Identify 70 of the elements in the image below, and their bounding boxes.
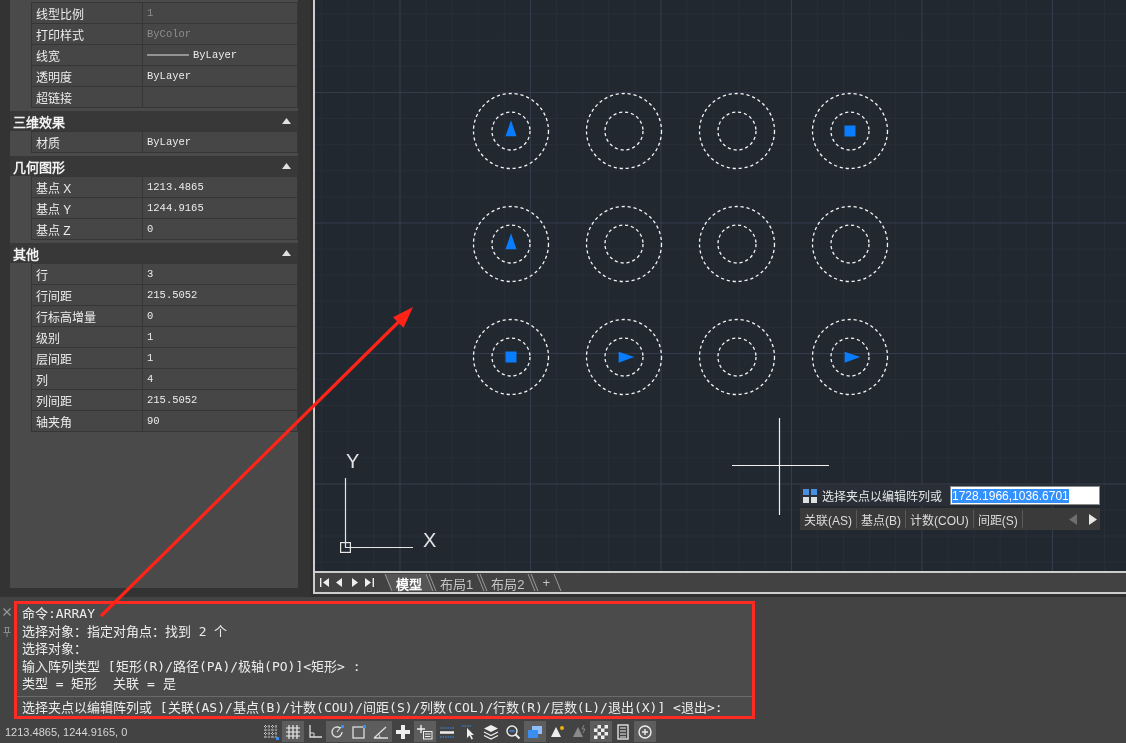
property-value[interactable]: ByLayer — [193, 49, 238, 61]
square-grip-icon[interactable] — [505, 351, 517, 363]
property-value: ByColor — [143, 24, 298, 45]
triangle-grip-icon[interactable] — [505, 233, 517, 250]
collapse-icon[interactable] — [282, 250, 291, 256]
triangle-grip-icon[interactable] — [844, 351, 861, 363]
drawing-canvas[interactable]: Y X 选择夹点以编辑阵列或 1728.1966,1036.6701 关联(AS) 基点(B) 计数(COU) 间距(S) — [315, 0, 1126, 571]
property-label: 基点 Y — [31, 198, 143, 219]
property-label: 材质 — [31, 132, 143, 153]
property-value[interactable]: 215.5052 — [143, 390, 298, 411]
prompt-text: 选择夹点以编辑阵列或 — [822, 489, 942, 504]
option-link[interactable]: 间距(S) — [973, 510, 1023, 528]
previous-icon[interactable] — [335, 578, 344, 587]
command-history-line: 类型 = 矩形 关联 = 是 — [22, 675, 176, 693]
property-value: 1 — [143, 3, 298, 24]
coordinates-readout: 1213.4865, 1244.9165, 0 — [5, 725, 128, 738]
property-value[interactable]: 3 — [143, 264, 298, 285]
property-value[interactable]: ByLayer — [143, 132, 298, 153]
property-value[interactable]: ByLayer — [143, 66, 298, 87]
property-value[interactable]: 90 — [143, 411, 298, 432]
property-label: 线宽 — [31, 45, 143, 66]
property-label: 轴夹角 — [31, 411, 143, 432]
property-label: 行间距 — [31, 285, 143, 306]
property-value[interactable]: 0 — [143, 306, 298, 327]
property-value[interactable]: 215.5052 — [143, 285, 298, 306]
command-history-line: 选择对象：指定对角点：找到 2 个 — [22, 622, 228, 640]
command-prompt[interactable]: 选择夹点以编辑阵列或 [关联(AS)/基点(B)/计数(COU)/间距(S)/列数(COL)/行数(R)/层数(L)/退出(X)] <退出>: — [22, 697, 723, 716]
property-label: 行 — [31, 264, 143, 285]
property-label: 层间距 — [31, 348, 143, 369]
property-label: 基点 X — [31, 177, 143, 198]
last-page-icon[interactable] — [365, 578, 374, 587]
property-value[interactable]: 1 — [143, 327, 298, 348]
collapse-icon[interactable] — [282, 118, 291, 124]
triangle-grip-icon[interactable] — [505, 120, 517, 137]
triangle-grip-icon[interactable] — [618, 351, 635, 363]
property-label: 列间距 — [31, 390, 143, 411]
axis-label: X — [423, 530, 437, 550]
first-page-icon[interactable] — [320, 578, 329, 587]
option-link[interactable]: 关联(AS) — [800, 510, 857, 528]
command-history-line: 选择对象： — [22, 640, 87, 658]
section-header[interactable]: 三维效果 — [10, 111, 298, 131]
four-squares-icon — [803, 488, 817, 503]
square-grip-icon[interactable] — [844, 125, 856, 137]
option-link[interactable]: 计数(COU) — [906, 510, 974, 528]
property-value[interactable]: 1244.9165 — [143, 198, 298, 219]
section-header[interactable]: 几何图形 — [10, 156, 298, 176]
property-value[interactable]: 0 — [143, 219, 298, 240]
command-history-line: 输入阵列类型 [矩形(R)/路径(PA)/极轴(PO)]<矩形> : — [22, 657, 361, 675]
line-sample-icon — [147, 54, 189, 56]
property-label: 列 — [31, 369, 143, 390]
property-label: 打印样式 — [31, 24, 143, 45]
collapse-icon[interactable] — [282, 163, 291, 169]
next-icon[interactable] — [350, 578, 359, 587]
close-icon[interactable] — [3, 608, 11, 616]
pin-icon[interactable] — [3, 627, 11, 637]
ucs-axes-icon — [340, 476, 414, 554]
option-link[interactable]: 基点(B) — [857, 510, 906, 528]
property-value[interactable]: 1213.4865 — [143, 177, 298, 198]
property-value[interactable]: 1 — [143, 348, 298, 369]
property-label: 行标高增量 — [31, 306, 143, 327]
command-history-line: 命令:ARRAY — [22, 605, 95, 623]
property-label: 超链接 — [31, 87, 143, 108]
property-label: 级别 — [31, 327, 143, 348]
property-label: 基点 Z — [31, 219, 143, 240]
property-label: 线型比例 — [31, 3, 143, 24]
property-value[interactable]: 4 — [143, 369, 298, 390]
property-label: 透明度 — [31, 66, 143, 87]
scroll-right-icon[interactable] — [1089, 513, 1097, 525]
axis-label: Y — [346, 451, 360, 471]
section-header[interactable]: 其他 — [10, 243, 298, 263]
